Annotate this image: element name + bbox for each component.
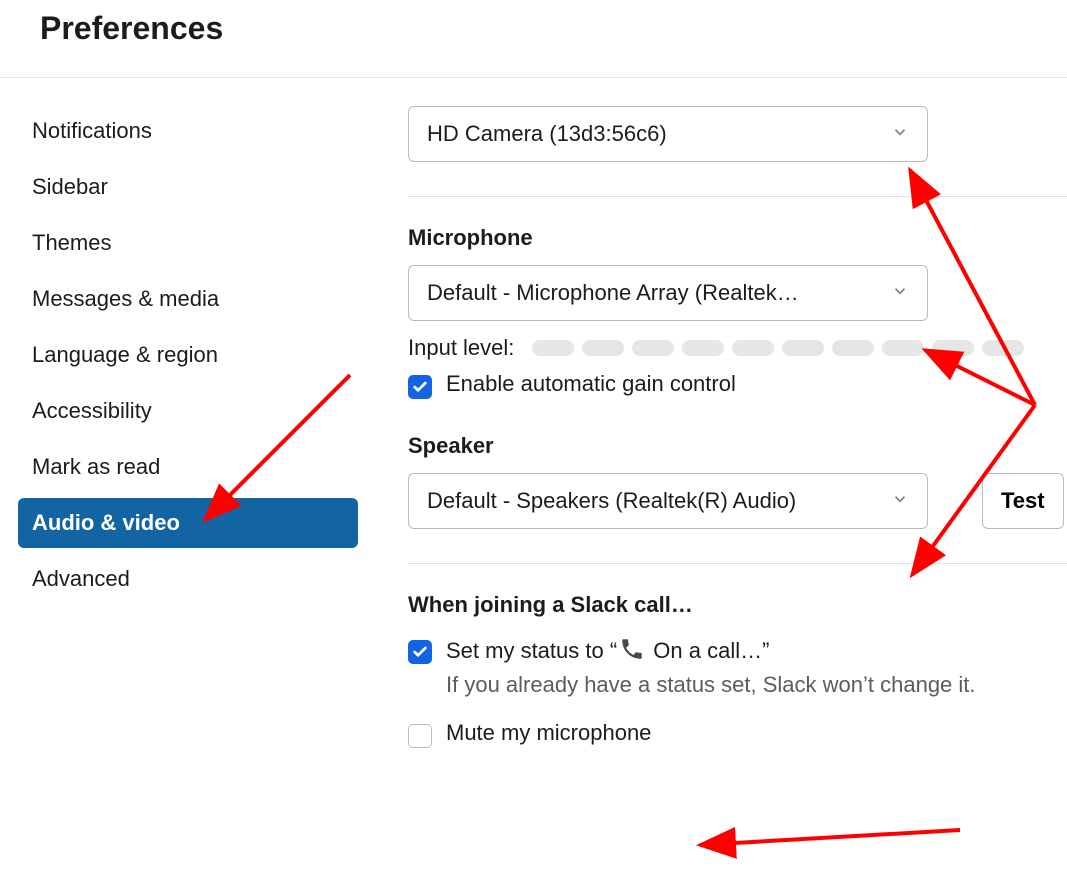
set-status-suffix: ” [762,638,769,663]
sidebar-item-mark-as-read[interactable]: Mark as read [18,442,358,492]
mute-mic-checkbox[interactable] [408,724,432,748]
level-pill [882,340,924,356]
sidebar-item-notifications[interactable]: Notifications [18,106,358,156]
preferences-sidebar: Notifications Sidebar Themes Messages & … [0,106,358,748]
phone-icon [619,636,645,668]
speaker-heading: Speaker [408,433,1067,459]
level-pill [532,340,574,356]
gain-control-checkbox[interactable] [408,375,432,399]
level-pill [732,340,774,356]
sidebar-item-messages-media[interactable]: Messages & media [18,274,358,324]
microphone-heading: Microphone [408,225,1067,251]
speaker-select[interactable]: Default - Speakers (Realtek(R) Audio) [408,473,928,529]
sidebar-item-sidebar[interactable]: Sidebar [18,162,358,212]
chevron-down-icon [891,488,909,514]
level-pill [782,340,824,356]
section-divider [408,196,1067,197]
test-speaker-button[interactable]: Test [982,473,1064,529]
set-status-label: Set my status to “ On a call…” [446,636,976,668]
section-divider [408,563,1067,564]
input-level-meter [532,340,1024,356]
set-status-row: Set my status to “ On a call…” If you al… [408,636,1067,698]
set-status-checkbox[interactable] [408,640,432,664]
set-status-text: On a call… [653,638,762,663]
level-pill [982,340,1024,356]
gain-control-label: Enable automatic gain control [446,371,736,397]
microphone-select-value: Default - Microphone Array (Realtek… [427,280,799,306]
call-heading: When joining a Slack call… [408,592,1067,618]
main-content: HD Camera (13d3:56c6) Microphone Default… [358,106,1067,748]
camera-select-value: HD Camera (13d3:56c6) [427,121,667,147]
speaker-select-value: Default - Speakers (Realtek(R) Audio) [427,488,796,514]
mute-mic-label: Mute my microphone [446,720,651,746]
chevron-down-icon [891,121,909,147]
sidebar-item-accessibility[interactable]: Accessibility [18,386,358,436]
chevron-down-icon [891,280,909,306]
set-status-prefix: Set my status to “ [446,638,617,663]
page-title: Preferences [40,10,1027,47]
gain-control-row: Enable automatic gain control [408,371,1067,399]
sidebar-item-audio-video[interactable]: Audio & video [18,498,358,548]
level-pill [632,340,674,356]
level-pill [932,340,974,356]
input-level-label: Input level: [408,335,514,361]
camera-select[interactable]: HD Camera (13d3:56c6) [408,106,928,162]
input-level-row: Input level: [408,335,1067,361]
microphone-select[interactable]: Default - Microphone Array (Realtek… [408,265,928,321]
level-pill [582,340,624,356]
level-pill [682,340,724,356]
sidebar-item-language-region[interactable]: Language & region [18,330,358,380]
sidebar-item-themes[interactable]: Themes [18,218,358,268]
mute-mic-row: Mute my microphone [408,720,1067,748]
level-pill [832,340,874,356]
set-status-subtext: If you already have a status set, Slack … [446,672,976,698]
sidebar-item-advanced[interactable]: Advanced [18,554,358,604]
